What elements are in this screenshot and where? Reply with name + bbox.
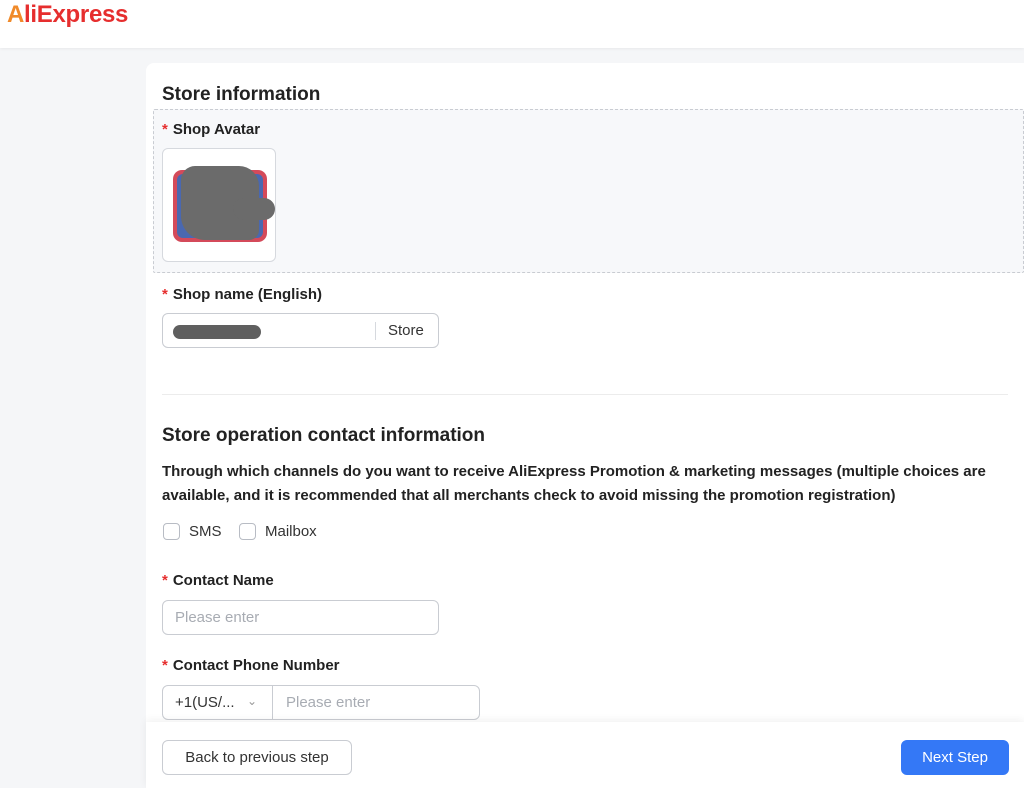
logo-initial: A xyxy=(7,1,25,28)
mailbox-checkbox-label[interactable]: Mailbox xyxy=(265,523,317,540)
country-code-value: +1(US/... xyxy=(175,694,235,711)
shop-avatar-upload[interactable] xyxy=(162,148,276,262)
required-asterisk: * xyxy=(162,121,168,138)
shop-avatar-label-text: Shop Avatar xyxy=(172,121,261,138)
chevron-down-icon: ⌄ xyxy=(247,694,258,708)
aliexpress-logo[interactable]: AliExpress xyxy=(7,0,128,30)
shop-name-field[interactable]: Store xyxy=(162,313,439,348)
redacted-shop-name xyxy=(173,325,261,339)
shop-name-label: * Shop name (English) xyxy=(162,286,322,303)
redaction-mark xyxy=(233,198,275,220)
shop-avatar-label: * Shop Avatar xyxy=(162,121,260,138)
field-separator xyxy=(375,322,376,340)
sms-checkbox[interactable] xyxy=(163,523,180,540)
contact-name-label: * Contact Name xyxy=(162,572,274,589)
phone-number-input[interactable] xyxy=(274,686,479,719)
section-divider xyxy=(162,394,1008,395)
mailbox-checkbox[interactable] xyxy=(239,523,256,540)
shop-name-suffix: Store xyxy=(388,322,424,339)
shop-name-label-text: Shop name (English) xyxy=(172,286,323,303)
avatar-section xyxy=(153,109,1024,273)
logo-text: liExpress xyxy=(24,1,129,28)
back-button[interactable]: Back to previous step xyxy=(162,740,352,775)
phone-label-text: Contact Phone Number xyxy=(172,657,340,674)
store-info-heading: Store information xyxy=(162,84,321,105)
sms-checkbox-label[interactable]: SMS xyxy=(189,523,222,540)
top-bar: AliExpress xyxy=(0,0,1024,48)
phone-label: * Contact Phone Number xyxy=(162,657,340,674)
phone-field: +1(US/... ⌄ xyxy=(162,685,480,720)
required-asterisk: * xyxy=(162,657,168,674)
channels-question: Through which channels do you want to re… xyxy=(162,463,986,504)
contact-info-heading: Store operation contact information xyxy=(162,425,486,446)
shop-avatar-image xyxy=(173,166,275,242)
next-step-button[interactable]: Next Step xyxy=(901,740,1009,775)
contact-name-label-text: Contact Name xyxy=(172,572,274,589)
contact-name-input[interactable] xyxy=(162,600,439,635)
required-asterisk: * xyxy=(162,286,168,303)
required-asterisk: * xyxy=(162,572,168,589)
